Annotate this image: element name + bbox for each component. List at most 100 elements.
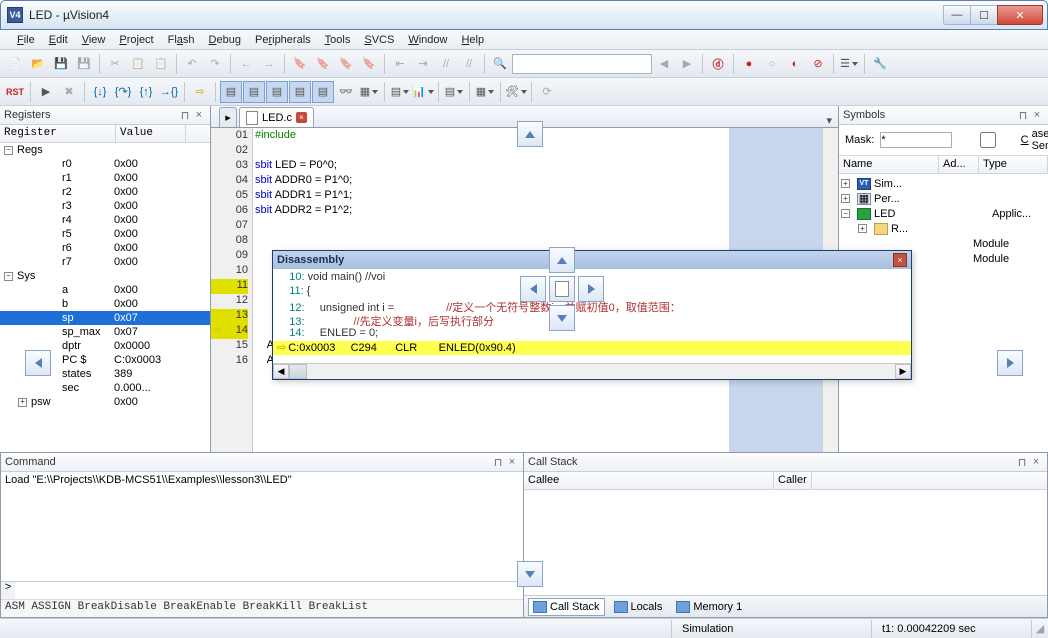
disassembly-line[interactable]: 14: ENLED = 0;: [277, 327, 907, 341]
disassembly-line[interactable]: 10: void main() //voi: [277, 271, 907, 285]
scroll-left-icon[interactable]: ◀: [273, 364, 289, 379]
code-line[interactable]: [253, 234, 838, 249]
menu-tools[interactable]: Tools: [318, 32, 358, 48]
tab-close-icon[interactable]: ×: [296, 112, 307, 123]
find-in-files-icon[interactable]: 🔍: [489, 53, 511, 75]
callstack-col-caller[interactable]: Caller: [774, 472, 812, 489]
line-number[interactable]: 03: [211, 159, 248, 174]
line-number[interactable]: 06: [211, 204, 248, 219]
resize-grip-icon[interactable]: ◢: [1032, 622, 1048, 635]
uncomment-icon[interactable]: //: [458, 53, 480, 75]
editor-tab-overflow[interactable]: ▸: [219, 107, 237, 127]
menu-peripherals[interactable]: Peripherals: [248, 32, 318, 48]
case-checkbox-label[interactable]: Case Sens: [958, 128, 1048, 152]
code-line[interactable]: #include: [253, 129, 838, 144]
symbol-row[interactable]: +VTSim...: [841, 176, 1046, 191]
reset-icon[interactable]: RST: [4, 81, 26, 103]
paste-icon[interactable]: 📋: [150, 53, 172, 75]
nav-fwd-icon[interactable]: →: [258, 53, 280, 75]
step-over-icon[interactable]: {↷}: [112, 81, 134, 103]
close-panel-icon[interactable]: ×: [1029, 456, 1043, 468]
disassembly-close-icon[interactable]: ×: [893, 253, 907, 267]
disassembly-line[interactable]: 12: unsigned int i = //定义一个无符号整数i，并赋初值0，…: [277, 299, 907, 313]
save-all-icon[interactable]: 💾: [73, 53, 95, 75]
registers-col-name[interactable]: Register: [0, 125, 116, 142]
line-number[interactable]: 13: [211, 309, 248, 324]
line-number[interactable]: 02: [211, 144, 248, 159]
command-input[interactable]: [15, 582, 523, 599]
register-row[interactable]: sp0x07: [0, 311, 210, 325]
breakpoint-disable-icon[interactable]: ◐: [784, 53, 806, 75]
close-panel-icon[interactable]: ×: [505, 456, 519, 468]
register-row[interactable]: r70x00: [0, 255, 210, 269]
register-group[interactable]: −Sys: [0, 269, 210, 283]
disassembly-line[interactable]: 11: {: [277, 285, 907, 299]
step-out-icon[interactable]: {↑}: [135, 81, 157, 103]
code-line[interactable]: sbit ADDR1 = P1^1;: [253, 189, 838, 204]
register-row[interactable]: r20x00: [0, 185, 210, 199]
find-next-icon[interactable]: ▶: [676, 53, 698, 75]
toolbox-icon[interactable]: 🛠: [505, 81, 527, 103]
bookmark-prev-icon[interactable]: 🔖: [312, 53, 334, 75]
command-output[interactable]: Load "E:\\Projects\\KDB-MCS51\\Examples\…: [1, 472, 523, 581]
register-row[interactable]: sec0.000...: [0, 381, 210, 395]
pin-icon[interactable]: ⊓: [178, 109, 192, 122]
breakpoint-insert-icon[interactable]: ●: [738, 53, 760, 75]
nav-back-icon[interactable]: ←: [235, 53, 257, 75]
bookmark-icon[interactable]: 🔖: [289, 53, 311, 75]
minimize-button[interactable]: —: [943, 5, 971, 25]
tab-callstack[interactable]: Call Stack: [528, 598, 605, 616]
register-row[interactable]: r60x00: [0, 241, 210, 255]
close-panel-icon[interactable]: ×: [192, 109, 206, 121]
register-row[interactable]: +psw0x00: [0, 395, 210, 409]
symbol-row[interactable]: −LEDApplic...: [841, 206, 1046, 221]
code-line[interactable]: sbit LED = P0^0;: [253, 159, 838, 174]
register-row[interactable]: a0x00: [0, 283, 210, 297]
register-row[interactable]: r30x00: [0, 199, 210, 213]
menu-view[interactable]: View: [75, 32, 113, 48]
redo-icon[interactable]: ↷: [204, 53, 226, 75]
menu-window[interactable]: Window: [401, 32, 454, 48]
watch-window-icon[interactable]: 👓: [335, 81, 357, 103]
symbol-row[interactable]: +▦Per...: [841, 191, 1046, 206]
open-file-icon[interactable]: 📂: [27, 53, 49, 75]
find-combo[interactable]: [512, 54, 652, 74]
close-button[interactable]: ✕: [997, 5, 1043, 25]
show-next-stmt-icon[interactable]: ⇨: [189, 81, 211, 103]
callstack-window-icon[interactable]: ▤: [312, 81, 334, 103]
register-row[interactable]: r00x00: [0, 157, 210, 171]
code-line[interactable]: sbit ADDR2 = P1^2;: [253, 204, 838, 219]
menu-help[interactable]: Help: [454, 32, 491, 48]
scroll-right-icon[interactable]: ▶: [895, 364, 911, 379]
menu-edit[interactable]: Edit: [42, 32, 75, 48]
register-row[interactable]: r40x00: [0, 213, 210, 227]
copy-icon[interactable]: 📋: [127, 53, 149, 75]
maximize-button[interactable]: ☐: [970, 5, 998, 25]
register-row[interactable]: r10x00: [0, 171, 210, 185]
run-to-cursor-icon[interactable]: →{}: [158, 81, 180, 103]
disassembly-line[interactable]: C:0x0003 C294 CLR ENLED(0x90.4): [273, 341, 911, 355]
indent-right-icon[interactable]: ⇥: [412, 53, 434, 75]
run-icon[interactable]: ▶: [35, 81, 57, 103]
find-prev-icon[interactable]: ◀: [653, 53, 675, 75]
stop-icon[interactable]: ✖: [58, 81, 80, 103]
code-line[interactable]: [253, 219, 838, 234]
callstack-col-callee[interactable]: Callee: [524, 472, 774, 489]
comment-icon[interactable]: //: [435, 53, 457, 75]
serial-window-icon[interactable]: ▤: [389, 81, 411, 103]
symbol-row[interactable]: +R...: [841, 221, 1046, 236]
menu-project[interactable]: Project: [112, 32, 160, 48]
code-line[interactable]: sbit ADDR0 = P1^0;: [253, 174, 838, 189]
scroll-thumb[interactable]: [289, 364, 307, 379]
close-panel-icon[interactable]: ×: [1030, 109, 1044, 121]
line-number[interactable]: 15: [211, 339, 248, 354]
line-number[interactable]: 11: [211, 279, 248, 294]
register-row[interactable]: b0x00: [0, 297, 210, 311]
breakpoint-killall-icon[interactable]: ⊘: [807, 53, 829, 75]
bookmark-clear-icon[interactable]: 🔖: [358, 53, 380, 75]
line-number[interactable]: ⇨14: [211, 324, 248, 339]
pin-icon[interactable]: ⊓: [1016, 109, 1030, 122]
tab-dropdown-icon[interactable]: ▾: [826, 114, 832, 127]
symbols-col-name[interactable]: Name: [839, 156, 939, 173]
code-line[interactable]: [253, 144, 838, 159]
